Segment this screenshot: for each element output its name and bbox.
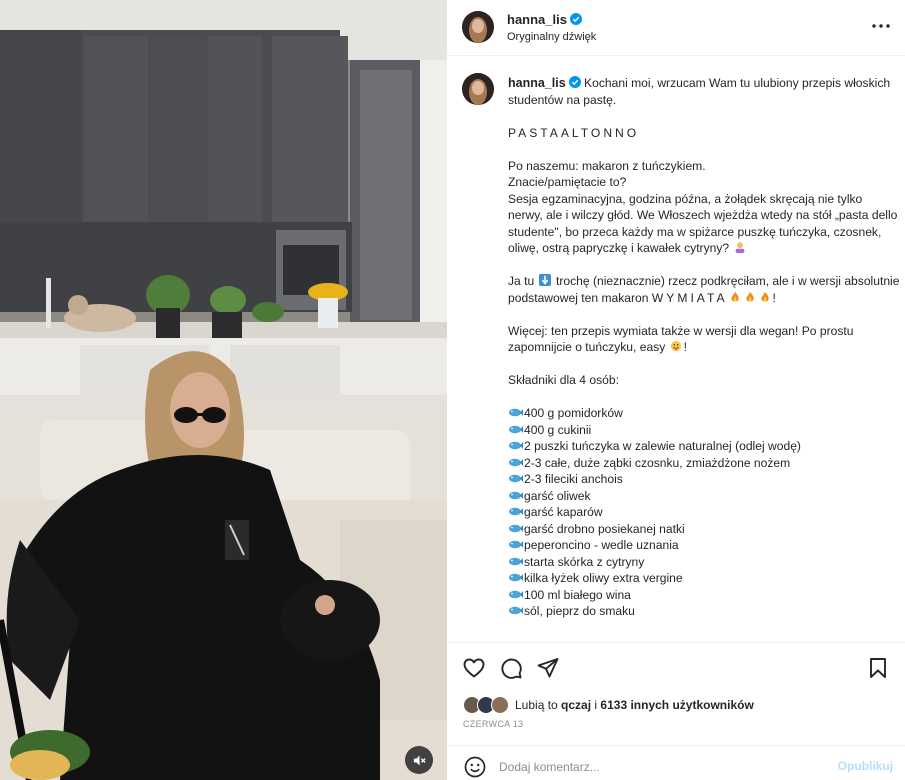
ingredient-item: kilka łyżek oliwy extra vergine [508, 570, 900, 587]
emoji-picker-button[interactable] [463, 755, 487, 779]
smiley-icon [464, 756, 486, 778]
author-username-text[interactable]: hanna_lis [507, 12, 567, 27]
caption-paragraph-1-line-1: Po naszemu: makaron z tuńczykiem. [508, 158, 706, 173]
mute-button[interactable] [405, 746, 433, 774]
avatar [491, 696, 509, 714]
ingredient-item: 400 g cukinii [508, 422, 900, 439]
ingredient-item: garść oliwek [508, 488, 900, 505]
ingredient-item: 100 ml białego wina [508, 587, 900, 604]
ingredient-item: garść drobno posiekanej natki [508, 521, 900, 538]
post-video[interactable] [0, 0, 447, 780]
fish-icon [509, 590, 523, 598]
fish-icon [509, 408, 523, 417]
post-header: hanna_lis Oryginalny dźwięk [447, 0, 905, 56]
fish-icon [509, 557, 523, 565]
avatar[interactable] [462, 11, 494, 43]
fish-icon [509, 425, 523, 433]
comment-button[interactable] [499, 656, 523, 680]
ingredient-item: 2 puszki tuńczyka w zalewie naturalnej (… [508, 438, 900, 455]
ingredient-item: 2-3 całe, duże ząbki czosnku, zmiażdżone… [508, 455, 900, 472]
ingredient-item: 400 g pomidorków [508, 405, 900, 422]
comment-input[interactable] [499, 758, 829, 776]
bookmark-icon [870, 658, 886, 678]
fish-icon [509, 507, 523, 516]
more-options-button[interactable] [871, 16, 891, 36]
speaker-muted-icon [413, 755, 426, 765]
fire-emoji-icon [730, 291, 739, 301]
caption-paragraph-3-end: ! [683, 340, 688, 354]
action-bar [462, 656, 890, 682]
caption-paragraph-1-line-3: Sesja egzaminacyjna, godzina późna, a żo… [508, 191, 898, 256]
audio-label[interactable]: Oryginalny dźwięk [507, 31, 596, 43]
ingredient-item: 2-3 fileciki anchois [508, 471, 900, 488]
like-button[interactable] [462, 656, 486, 680]
post-date[interactable]: CZERWCA 13 [463, 719, 523, 729]
paper-plane-icon [537, 658, 559, 678]
ingredient-item: sól, pieprz do smaku [508, 603, 900, 620]
likes-middle: i [594, 698, 598, 712]
likes-summary[interactable]: Lubią to qczaj i 6133 innych użytkownikó… [463, 695, 754, 715]
publish-button[interactable]: Opublikuj [838, 759, 893, 773]
fish-icon [509, 474, 523, 483]
fish-icon [509, 524, 523, 532]
caption-section: hanna_lis Kochani moi, wrzucam Wam tu ul… [447, 57, 905, 642]
video-frame [0, 0, 447, 780]
ingredient-item: garść kaparów [508, 504, 900, 521]
caption-paragraph-2-start: Ja tu [508, 274, 535, 288]
ingredients-header: Składniki dla 4 osób: [508, 373, 619, 387]
woman-shrugging-emoji-icon [735, 242, 744, 253]
ingredients-list: 400 g pomidorków 400 g cukinii 2 puszki … [508, 405, 900, 620]
caption-username[interactable]: hanna_lis [508, 76, 566, 90]
post-panel: hanna_lis Oryginalny dźwięk hanna_lis Ko… [447, 0, 905, 780]
comment-bubble-icon [501, 658, 522, 679]
post-footer: Lubią to qczaj i 6133 innych użytkownikó… [447, 642, 905, 780]
ingredient-item: starta skórka z cytryny [508, 554, 900, 571]
fire-emoji-icon [745, 291, 754, 301]
share-button[interactable] [536, 656, 560, 680]
caption-text: hanna_lis Kochani moi, wrzucam Wam tu ul… [508, 76, 900, 620]
more-horizontal-icon [872, 24, 890, 28]
caption-avatar[interactable] [462, 73, 494, 105]
fish-icon [509, 573, 523, 582]
fish-icon [509, 540, 523, 549]
likes-user[interactable]: qczaj [561, 698, 591, 712]
save-button[interactable] [866, 656, 890, 680]
face-with-tongue-emoji-icon [670, 340, 681, 352]
ingredient-item: peperoncino - wedle uznania [508, 537, 900, 554]
author-username[interactable]: hanna_lis [507, 12, 582, 27]
verified-badge-icon [569, 13, 582, 25]
caption-paragraph-2-emphasis: WYMIATA [651, 290, 728, 305]
caption-paragraph-1-line-2: Znacie/pamiętacie to? [508, 175, 627, 189]
comment-bar: Opublikuj [447, 745, 905, 780]
fish-icon [509, 441, 523, 450]
heart-icon [463, 658, 485, 678]
fish-icon [509, 606, 523, 615]
down-arrow-emoji-icon [538, 274, 551, 286]
liker-avatars [463, 696, 509, 714]
likes-prefix: Lubią to [515, 698, 558, 712]
fire-emoji-icon [760, 291, 769, 301]
likes-count[interactable]: 6133 innych użytkowników [600, 698, 753, 712]
caption-title: PASTAALTONNO [508, 125, 640, 140]
fish-icon [509, 491, 523, 499]
fish-icon [509, 458, 523, 466]
verified-badge-icon [568, 76, 581, 88]
